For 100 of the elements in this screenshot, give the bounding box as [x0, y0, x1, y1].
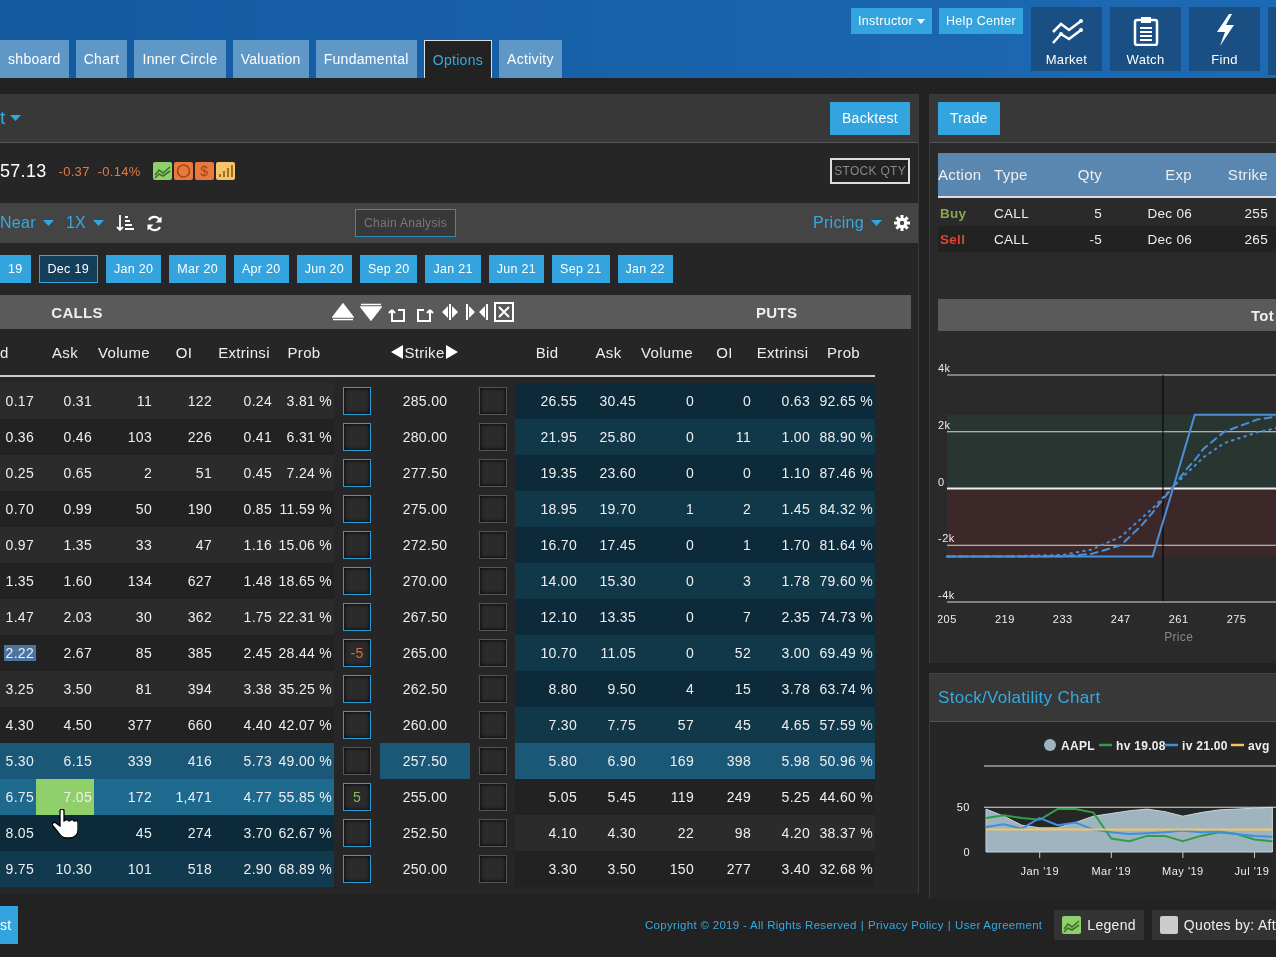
table-cell-text: 277 — [725, 861, 752, 877]
table-cell-text: 23.60 — [598, 465, 637, 481]
price-change: -0.37 — [58, 163, 90, 179]
table-cell-text: 1.45 — [780, 501, 811, 517]
table-cell-text: 57.59 % — [818, 717, 874, 733]
table-cell-text: 3.50 — [606, 861, 637, 877]
table-cell-text: 9.50 — [606, 681, 637, 697]
table-cell-text: 7.75 — [606, 717, 637, 733]
table-cell-text: 416 — [186, 753, 213, 769]
table-cell-text: 1.78 — [780, 573, 811, 589]
table-cell-text: 5.73 — [242, 753, 273, 769]
table-cell-text: 52 — [733, 645, 752, 661]
table-cell-text: CALL — [993, 205, 1030, 221]
table-cell-text: 0 — [684, 429, 695, 445]
table-cell-text: 122 — [186, 393, 213, 409]
axis-title: Price — [1164, 630, 1194, 644]
table-cell-text: 28.44 % — [277, 645, 333, 661]
table-cell-text: 0 — [684, 465, 695, 481]
table-cell-text: 33 — [134, 537, 153, 553]
table-cell-text: 5 — [1093, 205, 1102, 221]
table-cell-text: 5.45 — [606, 789, 637, 805]
table-cell-text: 1 — [741, 537, 752, 553]
table-cell-text: 30.45 — [598, 393, 637, 409]
table-cell-text: 339 — [126, 753, 153, 769]
axis-label: 233 — [1052, 613, 1073, 625]
axis-label: 205 — [938, 613, 957, 625]
column-header: Action — [938, 166, 983, 183]
table-cell-text: 98 — [733, 825, 752, 841]
table-cell-text: 627 — [186, 573, 213, 589]
table-cell-text: 134 — [126, 573, 153, 589]
table-cell-text: 3.40 — [780, 861, 811, 877]
table-cell-text: Buy — [939, 205, 968, 221]
table-cell: 7.05 — [36, 779, 94, 815]
table-cell-text: 44.60 % — [818, 789, 874, 805]
table-cell-text: 119 — [669, 789, 695, 805]
table-cell-text: 21.95 — [539, 429, 578, 445]
table-cell-text: 25.80 — [598, 429, 637, 445]
table-cell-text: 88.90 % — [818, 429, 874, 445]
legend-label: hv 19.08 — [1116, 739, 1166, 754]
table-cell-text: 22.31 % — [277, 609, 333, 625]
table-cell-text: 2 — [142, 465, 153, 481]
table-cell-text: 47 — [194, 537, 213, 553]
table-cell-text: 5.98 — [780, 753, 811, 769]
axis-label: 0 — [938, 475, 945, 488]
table-cell-text: 11.05 — [599, 645, 637, 661]
stock-price: 57.13 — [0, 160, 47, 182]
table-cell-text: 362 — [186, 609, 213, 625]
table-cell-text: 9.75 — [4, 861, 35, 877]
table-cell-text: 0.63 — [780, 393, 811, 409]
table-cell-text: 50 — [134, 501, 153, 517]
separator: | — [860, 919, 864, 931]
table-cell-text: 10.70 — [539, 645, 578, 661]
percent-change: -0.14% — [97, 163, 141, 179]
table-cell-text: 4 — [684, 681, 695, 697]
table-cell-text: 150 — [668, 861, 695, 877]
table-cell-text: 0.36 — [4, 429, 35, 445]
table-cell-text: 57 — [676, 717, 695, 733]
table-cell-text: 3.50 — [62, 681, 93, 697]
table-cell-text: 11 — [135, 393, 153, 409]
table-cell-text: 4.20 — [780, 825, 811, 841]
table-cell-text: 4.50 — [62, 717, 93, 733]
table-cell-text: 3 — [741, 573, 752, 589]
table-cell-text: 0 — [741, 393, 752, 409]
table-cell-text: 3.70 — [242, 825, 273, 841]
table-cell-text: 5.80 — [547, 753, 578, 769]
table-cell-text: 4.30 — [4, 717, 35, 733]
table-cell-text: 226 — [186, 429, 213, 445]
table-cell-text: 13.35 — [598, 609, 637, 625]
table-cell-text: 1.70 — [780, 537, 811, 553]
dollar-badge: $ — [194, 162, 214, 180]
table-cell-text: 5.05 — [547, 789, 578, 805]
table-cell-text: 84.32 % — [818, 501, 874, 517]
table-cell-text: 169 — [668, 753, 695, 769]
axis-label: 2k — [938, 418, 951, 431]
table-cell-text: 1.16 — [242, 537, 273, 553]
table-cell-text: 14.00 — [539, 573, 578, 589]
table-cell-text: 42.07 % — [277, 717, 333, 733]
table-cell-text: 15.30 — [598, 573, 637, 589]
column-header: Strike — [1226, 166, 1268, 183]
table-cell-text: 0.97 — [4, 537, 35, 553]
table-cell-text: 45 — [134, 825, 153, 841]
table-cell-text: 377 — [126, 717, 153, 733]
table-cell-text: 35.25 % — [277, 681, 333, 697]
table-cell-text: 1.35 — [4, 573, 35, 589]
table-cell-text: 1.00 — [780, 429, 811, 445]
panel-title: Stock/Volatility Chart — [938, 687, 1101, 708]
axis-label: 4k — [938, 362, 951, 374]
table-cell-text: 4.30 — [606, 825, 637, 841]
table-cell-text: 255 — [1243, 205, 1268, 221]
table-cell-text: 0.31 — [62, 393, 93, 409]
table-cell-text: 55.85 % — [277, 789, 333, 805]
table-cell-text: 50.96 % — [818, 753, 874, 769]
axis-label: Jan '19 — [1020, 865, 1059, 878]
table-cell-text: 0.17 — [4, 393, 35, 409]
table-cell-text: 0.85 — [242, 501, 273, 517]
table-cell-text: 3.30 — [547, 861, 578, 877]
table-cell-text: 62.67 % — [277, 825, 333, 841]
table-cell-text: 4.65 — [780, 717, 811, 733]
table-cell-text: 3.38 — [242, 681, 273, 697]
table-cell-text: 0.24 — [242, 393, 273, 409]
